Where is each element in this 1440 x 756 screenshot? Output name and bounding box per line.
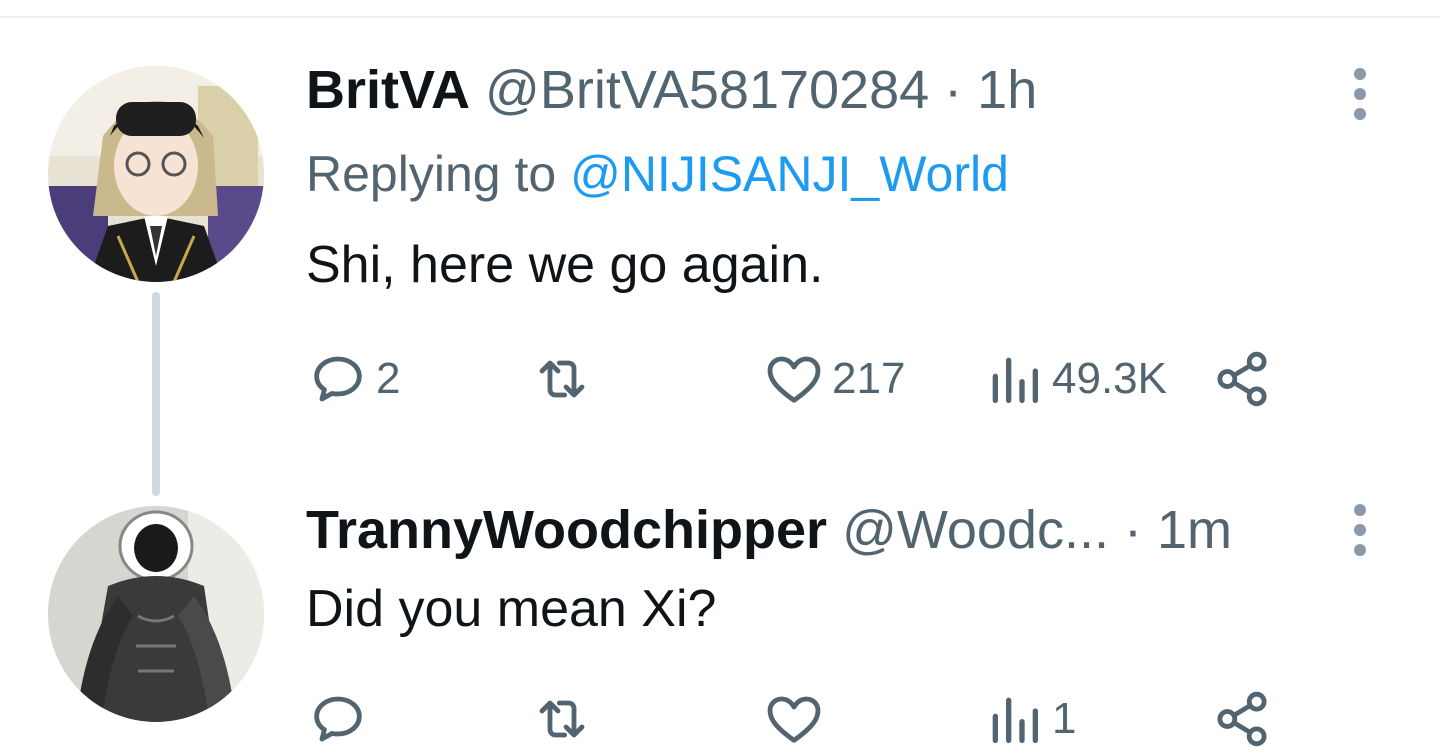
separator: ·: [1124, 500, 1142, 560]
display-name[interactable]: BritVA: [306, 60, 470, 120]
like-button[interactable]: 217: [762, 344, 905, 414]
share-button[interactable]: [1210, 684, 1274, 754]
retweet-icon: [539, 700, 585, 738]
retweet-icon: [539, 360, 585, 398]
views-icon: [992, 697, 1038, 743]
action-bar: 1: [306, 684, 1306, 754]
like-button[interactable]: [762, 684, 826, 754]
more-icon[interactable]: [1340, 500, 1380, 560]
views-count: 49.3K: [1052, 354, 1167, 403]
reply-icon: [314, 356, 362, 402]
views-button[interactable]: 1: [982, 684, 1076, 754]
share-icon: [1217, 691, 1267, 747]
replying-prefix: Replying to: [306, 146, 557, 202]
separator: ·: [944, 60, 963, 120]
mention-link[interactable]: @NIJISANJI_World: [570, 146, 1009, 202]
avatar[interactable]: [48, 506, 264, 722]
reply-button[interactable]: [306, 684, 370, 754]
display-name[interactable]: TrannyWoodchipper: [306, 500, 827, 560]
share-button[interactable]: [1210, 344, 1274, 414]
action-bar: 2 217 49.3K: [306, 344, 1306, 414]
thread-line: [152, 292, 160, 496]
muscular-figure-avatar-icon: [48, 506, 264, 722]
retweet-button[interactable]: [530, 344, 594, 414]
user-handle[interactable]: @BritVA58170284: [485, 60, 929, 120]
reply-count: 2: [376, 354, 401, 403]
top-divider: [0, 16, 1440, 18]
tweet-text: Did you mean Xi?: [306, 580, 717, 638]
tweet-header: BritVA @BritVA58170284 · 1h: [306, 58, 1037, 122]
share-icon: [1217, 351, 1267, 407]
more-icon[interactable]: [1340, 64, 1380, 124]
reply-button[interactable]: 2: [306, 344, 400, 414]
like-icon: [767, 696, 821, 743]
views-icon: [992, 357, 1038, 403]
timestamp[interactable]: 1h: [977, 60, 1037, 120]
reply-icon: [314, 696, 362, 742]
retweet-button[interactable]: [530, 684, 594, 754]
views-count: 1: [1052, 694, 1077, 743]
user-handle[interactable]: @Woodc...: [842, 500, 1109, 560]
tweet-header: TrannyWoodchipper @Woodc... · 1m: [306, 498, 1232, 562]
like-count: 217: [832, 354, 906, 403]
tweet-text: Shi, here we go again.: [306, 236, 824, 294]
like-icon: [767, 356, 821, 403]
avatar[interactable]: [48, 66, 264, 282]
timestamp[interactable]: 1m: [1157, 500, 1232, 560]
replying-to: Replying to @NIJISANJI_World: [306, 144, 1009, 204]
views-button[interactable]: 49.3K: [982, 344, 1167, 414]
anime-character-avatar-icon: [48, 66, 264, 282]
